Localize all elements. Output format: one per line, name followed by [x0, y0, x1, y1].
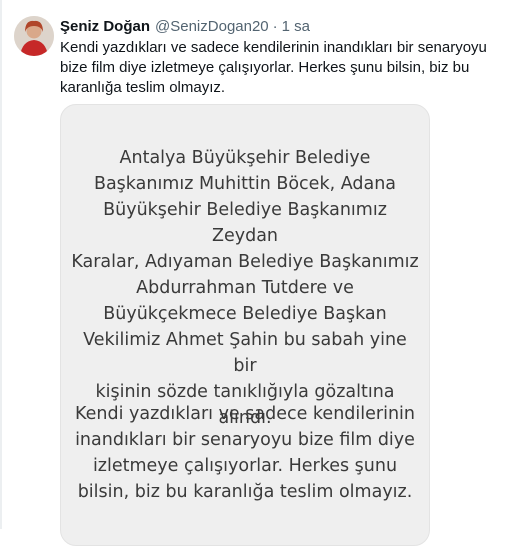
tweet-text: Kendi yazdıkları ve sadece kendilerinin …: [60, 39, 487, 96]
image-text-paragraph-1: Antalya Büyükşehir Belediye Başkanımız M…: [71, 148, 419, 428]
author-name[interactable]: Şeniz Doğan: [60, 18, 150, 35]
avatar-photo-icon: [14, 16, 54, 56]
tweet[interactable]: Şeniz Doğan @SenizDogan20 · 1 sa Kendi y…: [0, 0, 526, 546]
separator-dot: ·: [272, 17, 278, 35]
tweet-image[interactable]: Antalya Büyükşehir Belediye Başkanımız M…: [60, 104, 430, 546]
author-handle[interactable]: @SenizDogan20: [155, 18, 269, 35]
avatar[interactable]: [14, 16, 54, 56]
timestamp[interactable]: 1 sa: [282, 18, 310, 35]
tweet-header: Şeniz Doğan @SenizDogan20 · 1 sa: [60, 15, 310, 37]
image-text-paragraph-2: Kendi yazdıkları ve sadece kendilerinin …: [75, 404, 415, 502]
